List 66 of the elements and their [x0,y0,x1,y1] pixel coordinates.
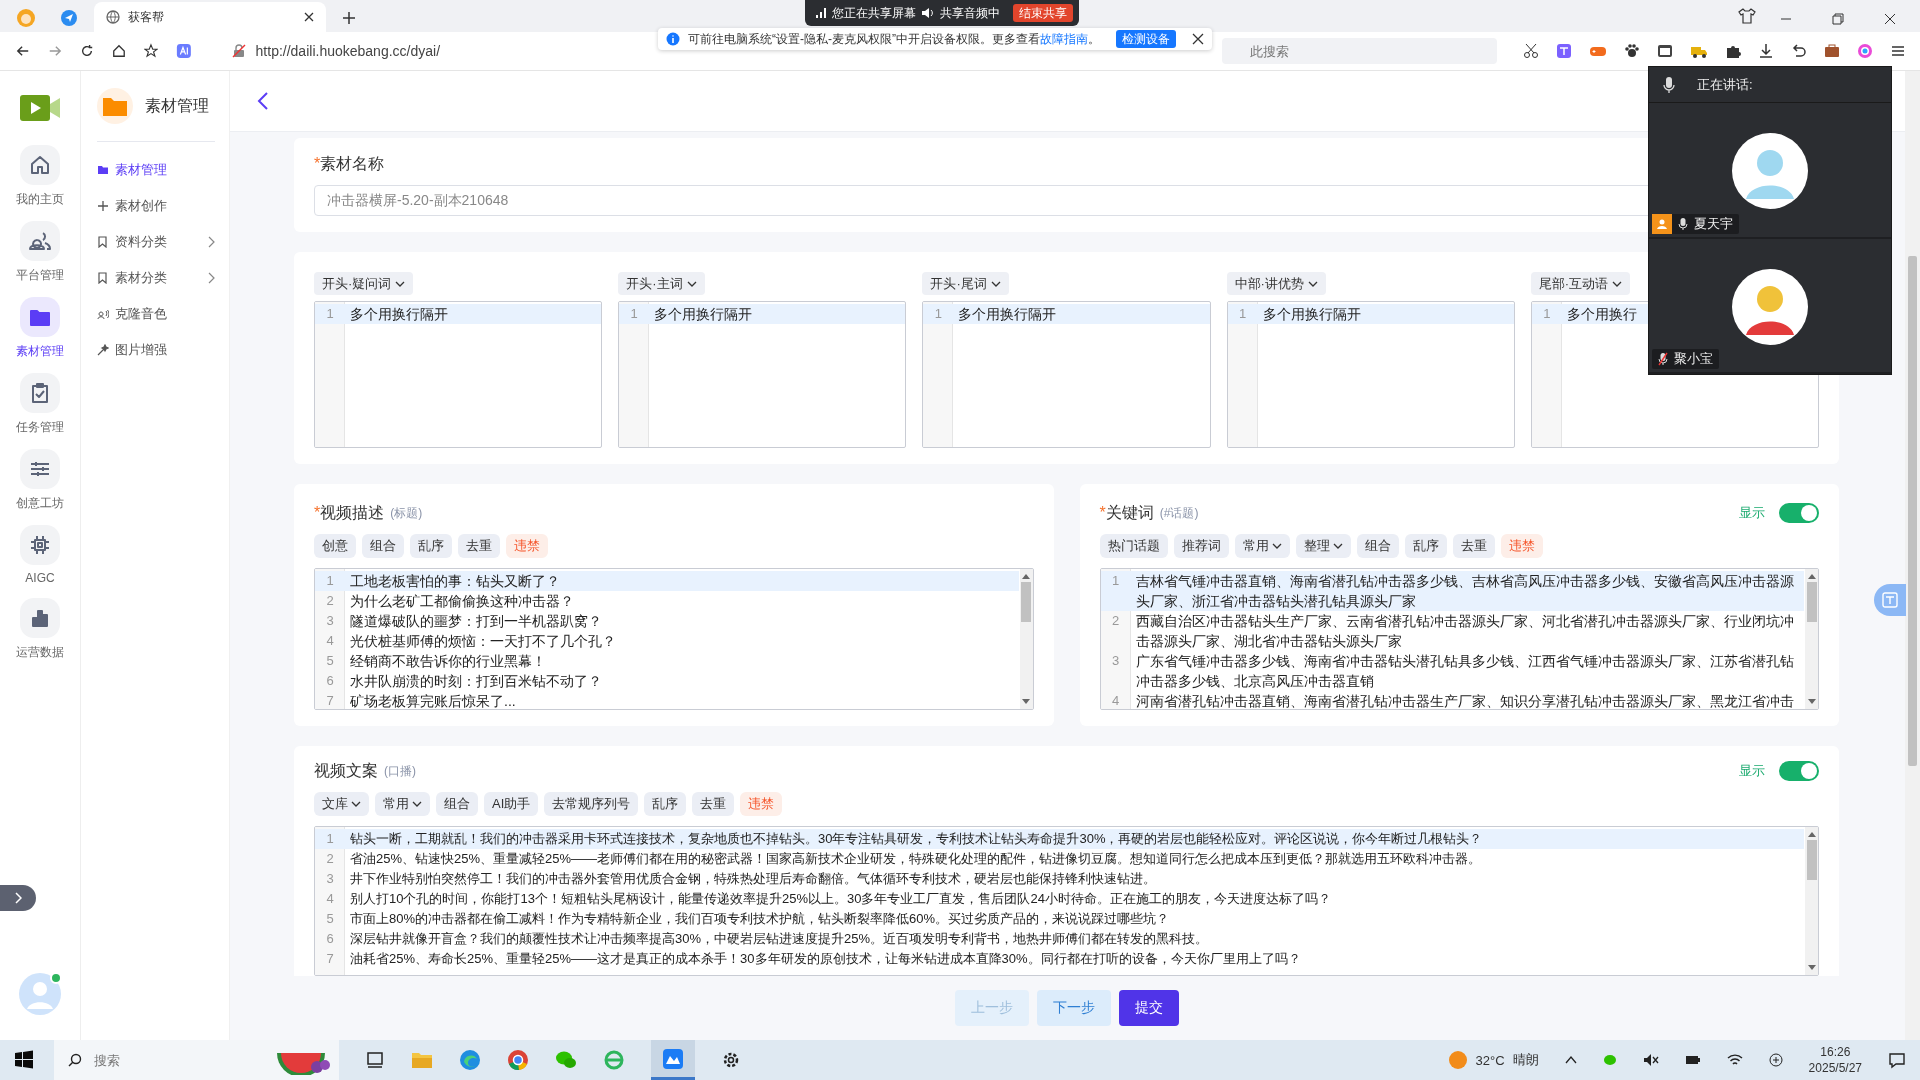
field-label: *素材名称 [314,154,386,174]
line-number: 5 [325,652,335,670]
line-number: 3 [325,612,335,630]
share-status: 您正在共享屏幕 [832,4,916,22]
line-number: 4 [1110,692,1121,709]
section-hint: (#话题) [1159,504,1199,522]
line-number: 1 [1238,305,1248,324]
editor-line: 市面上80%的冲击器都在偷工减料！作为专精特新企业，我们百项专利技术护航，钻头断裂率降低60%。买过劣质产品的，来说说踩过哪些坑？ [349,910,1170,928]
line-number: 1 [1542,305,1552,324]
participant-name: 聚小宝 [1674,350,1713,368]
line-number: 5 [325,910,335,928]
notice-text: 可前往电脑系统“设置-隐私-麦克风权限”中开启设备权限。更多查看故障指南。 [688,30,1100,48]
line-number: 1 [933,305,943,324]
weather-temp: 32°C [1475,1052,1505,1068]
line-number: 1 [629,305,639,324]
line-number: 7 [325,692,335,709]
editor-line: 矿场老板算完账后惊呆了... [349,692,517,709]
line-number: 4 [325,632,335,650]
line-number: 1 [325,830,335,848]
editor-line: 别人打10个孔的时间，你能打13个！短粗钻头尾柄设计，能量传递效率提升25%以上。30多年专业工厂直发，售后团队24小时待命。正在施工的朋友，今天进度达标了吗？ [349,890,1331,908]
editor-line: 广东省气锤冲击器多少钱、海南省冲击器钻头潜孔钻具多少钱、江西省气锤冲击器源头厂家、江苏省潜孔钻冲击器多少钱、北京高风压冲击器直销 [1134,652,1795,691]
editor-line: 河南省潜孔钻冲击器直销、海南省潜孔钻冲击器生产厂家、知识分享潜孔钻冲击器源头厂家、黑龙江省冲击 [1134,692,1795,709]
line-number: 2 [1110,612,1121,630]
editor-line: 省油25%、钻速快25%、重量减轻25%——老师傅们都在用的秘密武器！国家高新技术企业研发，特殊硬化处理的配件，钻进像切豆腐。想知道同行怎么把成本压到更低？那就选用五环欧科冲击器。 [349,850,1482,868]
editor-line: 西藏自治区冲击器钻头生产厂家、云南省潜孔钻冲击器源头厂家、河北省潜孔冲击器源头厂家、行业闭坑冲击器源头厂家、湖北省冲击器钻头源头厂家 [1134,612,1795,651]
line-number: 2 [325,592,335,610]
line-number: 6 [325,930,335,948]
section-hint: (标题) [390,504,423,522]
toggle-label: 显示 [1739,504,1765,522]
weather-text: 晴朗 [1512,1051,1539,1069]
editor-line: 隧道爆破队的噩梦：打到一半机器趴窝？ [349,612,603,631]
editor-line: 多个用换行隔开 [653,305,753,325]
line-number: 7 [325,950,335,968]
editor-line: 多个用换行隔开 [1261,305,1361,325]
section-hint: (口播) [384,762,416,780]
editor-line: 井下作业特别怕突然停工！我们的冲击器外套管用优质合金钢，特殊热处理后寿命翻倍。气体循环专利技术，硬岩层也能保持锋利快速钻进。 [349,870,1156,888]
editor-line: 工地老板害怕的事：钻头又断了？ [349,572,561,591]
line-number: 3 [325,870,335,888]
editor-line: 深层钻井就像开盲盒？我们的颠覆性技术让冲击频率提高30%，中硬岩层钻进速度提升25%。近百项发明专利背书，地热井师傅们都在转发的黑科技。 [349,930,1209,948]
editor-line: 光伏桩基师傅的烦恼：一天打不了几个孔？ [349,632,617,651]
editor-line: 经销商不敢告诉你的行业黑幕！ [349,652,547,671]
editor-line: 多个用换行隔开 [957,305,1057,325]
app-title: 素材管理 [145,95,209,116]
editor-line: 吉林省气锤冲击器直销、海南省潜孔钻冲击器多少钱、吉林省高风压冲击器多少钱、安徽省高风压冲击器源头厂家、浙江省冲击器钻头潜孔钻具源头厂家 [1134,572,1795,611]
section-title: 视频文案 [314,760,378,781]
line-number: 1 [1110,572,1121,590]
clock-date: 2025/5/27 [1808,1060,1862,1076]
line-number: 4 [325,890,335,908]
line-number: 1 [325,572,335,590]
editor-line: 多个用换行隔开 [349,305,448,325]
editor-line: 为什么老矿工都偷偷换这种冲击器？ [349,592,575,611]
line-number: 2 [325,850,335,868]
line-number: 1 [325,305,335,324]
audio-status: 共享音频中 [940,4,1000,22]
editor-line: 油耗省25%、寿命长25%、重量轻25%——这才是真正的成本杀手！30多年研发的原创技术，让每米钻进成本直降30%。同行都在打听的设备，今天你厂里用上了吗？ [349,950,1301,968]
toggle-label: 显示 [1739,762,1765,780]
editor-line: 多个用换行 [1565,305,1637,325]
participant-name: 夏天宇 [1694,214,1733,233]
line-number: 6 [325,672,335,690]
speaking-label: 正在讲话: [1697,75,1753,94]
section-title: *关键词 [1099,502,1154,523]
clock-time: 16:26 [1820,1044,1851,1060]
line-number: 3 [1110,652,1121,670]
section-title: *视频描述 [314,502,385,523]
editor-line: 钻头一断，工期就乱！我们的冲击器采用卡环式连接技术，复杂地质也不掉钻头。30年专注钻具研发，专利技术让钻头寿命提升30%，再硬的岩层也能轻松应对。评论区说说，你今年断过几根钻头？ [349,830,1483,848]
editor-line: 水井队崩溃的时刻：打到百米钻不动了？ [349,672,603,691]
